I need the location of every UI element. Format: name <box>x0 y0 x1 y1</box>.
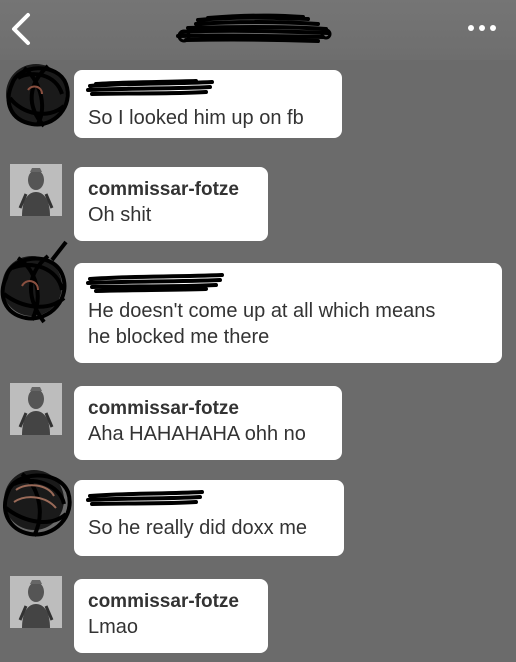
message-list[interactable]: So I looked him up on fb commissar-fotze… <box>0 60 516 662</box>
message-text: So he really did doxx me <box>88 517 308 539</box>
message-bubble[interactable]: commissar-fotze Oh shit <box>74 167 268 241</box>
message-text: Lmao <box>88 616 139 638</box>
chat-app: So I looked him up on fb commissar-fotze… <box>0 0 516 662</box>
message-text-line-2: he blocked me there <box>88 326 270 348</box>
title-redaction-scribble <box>176 13 332 43</box>
message-bubble[interactable]: So he really did doxx me <box>74 480 344 556</box>
statue-avatar[interactable] <box>10 576 62 628</box>
redacted-avatar <box>6 64 70 128</box>
message-text: He doesn't come up at all which means <box>88 300 436 322</box>
back-button[interactable] <box>6 10 38 48</box>
name-redaction-scribble <box>86 79 214 96</box>
message-sender: commissar-fotze <box>88 591 239 612</box>
message-text: Oh shit <box>88 204 152 226</box>
redacted-avatar <box>2 470 72 537</box>
statue-avatar[interactable] <box>10 383 62 435</box>
conversation-header <box>0 0 516 60</box>
message-sender: commissar-fotze <box>88 179 239 200</box>
message-text: So I looked him up on fb <box>88 107 304 129</box>
message-bubble[interactable]: He doesn't come up at all which means he… <box>74 263 502 363</box>
statue-avatar[interactable] <box>10 164 62 216</box>
more-options-button[interactable] <box>466 18 498 38</box>
message-sender: commissar-fotze <box>88 398 239 419</box>
message-bubble[interactable]: So I looked him up on fb <box>74 70 342 138</box>
message-text: Aha HAHAHAHA ohh no <box>88 423 306 445</box>
name-redaction-scribble <box>86 490 204 506</box>
message-bubble[interactable]: commissar-fotze Lmao <box>74 579 268 653</box>
more-horizontal-icon <box>468 25 496 31</box>
name-redaction-scribble <box>86 273 224 293</box>
message-bubble[interactable]: commissar-fotze Aha HAHAHAHA ohh no <box>74 386 342 460</box>
chevron-left-icon <box>12 13 30 45</box>
redacted-avatar <box>0 240 68 324</box>
